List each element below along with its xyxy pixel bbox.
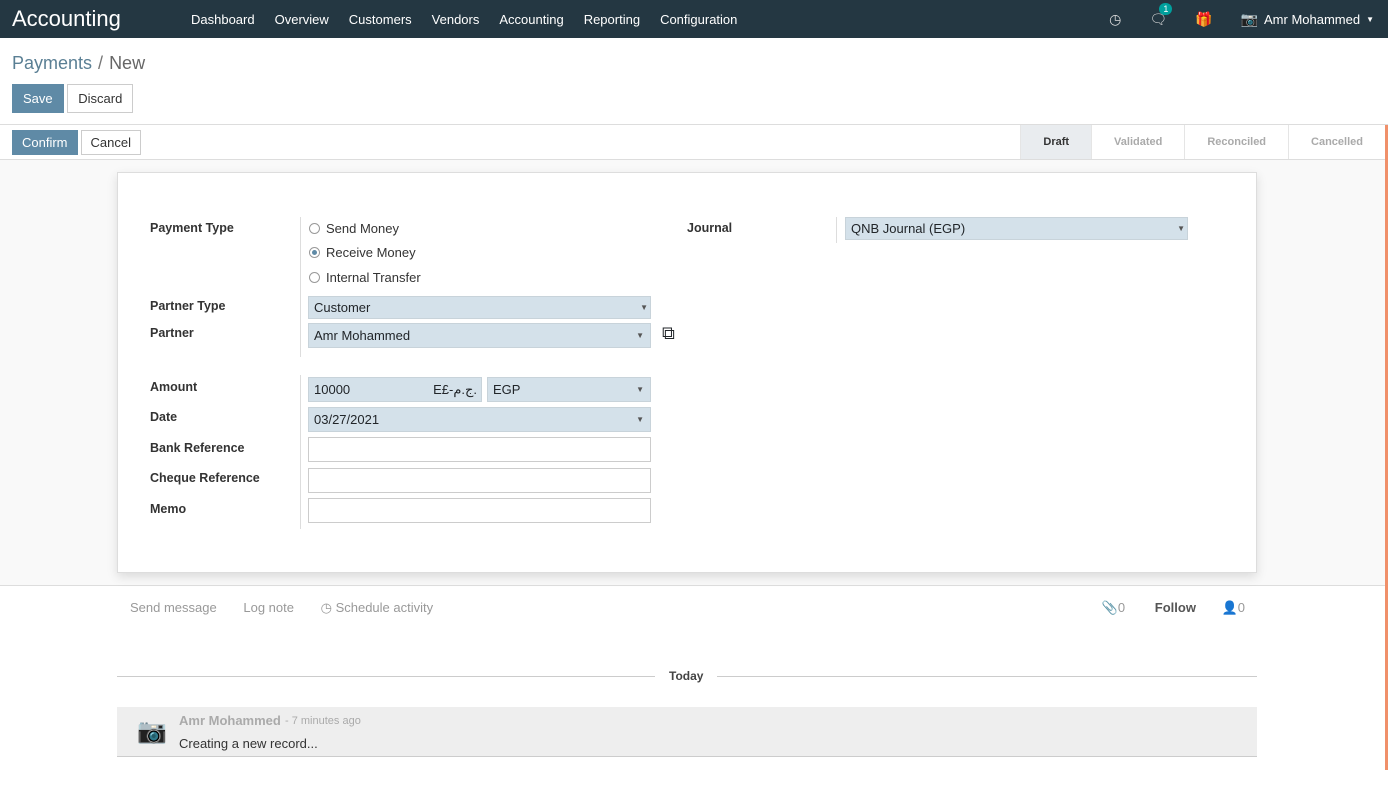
- journal-select[interactable]: QNB Journal (EGP) ▼: [845, 217, 1188, 240]
- messages-badge: 1: [1159, 2, 1173, 15]
- discard-button[interactable]: Discard: [67, 84, 134, 113]
- log-note-button[interactable]: Log note: [243, 600, 294, 615]
- gift-icon[interactable]: 🎁: [1195, 11, 1212, 28]
- stage-cancelled: Cancelled: [1288, 125, 1385, 159]
- date-input[interactable]: 03/27/2021 ▼: [308, 407, 651, 432]
- status-bar: Confirm Cancel Draft Validated Reconcile…: [0, 125, 1388, 160]
- radio-label: Internal Transfer: [326, 270, 421, 285]
- partner-label: Partner: [150, 326, 194, 340]
- stage-reconciled: Reconciled: [1184, 125, 1288, 159]
- partner-value: Amr Mohammed: [314, 328, 411, 343]
- partner-type-select[interactable]: Customer ▼: [308, 296, 651, 319]
- chat-icon[interactable]: 🗨 1: [1149, 2, 1173, 28]
- menu-overview[interactable]: Overview: [275, 12, 329, 27]
- message-item: 📷 Amr Mohammed - 7 minutes ago Creating …: [117, 707, 1257, 757]
- radio-internal-transfer[interactable]: Internal Transfer: [309, 270, 421, 285]
- user-menu[interactable]: Amr Mohammed: [1264, 12, 1360, 27]
- top-navbar: Accounting Dashboard Overview Customers …: [0, 0, 1388, 38]
- memo-label: Memo: [150, 502, 187, 516]
- message-author[interactable]: Amr Mohammed: [179, 713, 281, 728]
- followers-count[interactable]: 0: [1238, 600, 1245, 615]
- caret-down-icon[interactable]: ▼: [1366, 15, 1374, 24]
- menu-customers[interactable]: Customers: [349, 12, 412, 27]
- amount-value: 10000: [314, 382, 351, 397]
- cancel-button[interactable]: Cancel: [80, 129, 141, 155]
- radio-label: Send Money: [326, 221, 399, 236]
- menu-accounting[interactable]: Accounting: [499, 12, 563, 27]
- follow-button[interactable]: Follow: [1155, 600, 1196, 615]
- cheque-reference-input[interactable]: [308, 468, 651, 493]
- chatter: Send message Log note ◷ Schedule activit…: [130, 600, 1245, 616]
- form-sheet: Payment Type Send Money Receive Money In…: [117, 172, 1257, 573]
- cheque-reference-label: Cheque Reference: [150, 471, 260, 485]
- avatar-camera-icon: 📷: [137, 718, 167, 745]
- payment-type-label: Payment Type: [150, 221, 234, 235]
- clock-icon: ◷: [320, 600, 332, 615]
- journal-value: QNB Journal (EGP): [851, 221, 966, 236]
- breadcrumb-current: New: [109, 53, 146, 73]
- breadcrumb-sep: /: [98, 53, 104, 73]
- external-link-icon[interactable]: ⧉: [662, 323, 675, 344]
- menu-reporting[interactable]: Reporting: [584, 12, 640, 27]
- amount-input[interactable]: 10000 E£-ج.م.: [308, 377, 482, 402]
- schedule-activity-button[interactable]: Schedule activity: [336, 600, 434, 615]
- app-brand[interactable]: Accounting: [0, 6, 181, 32]
- save-button[interactable]: Save: [12, 84, 64, 113]
- menu-dashboard[interactable]: Dashboard: [191, 12, 255, 27]
- bank-reference-label: Bank Reference: [150, 441, 245, 455]
- journal-label: Journal: [687, 221, 733, 235]
- radio-label: Receive Money: [326, 245, 416, 260]
- breadcrumb-payments[interactable]: Payments: [12, 53, 92, 73]
- date-value: 03/27/2021: [314, 412, 380, 427]
- amount-label: Amount: [150, 380, 198, 394]
- today-separator: Today: [655, 669, 718, 683]
- control-panel: Payments / New Save Discard: [0, 38, 1388, 125]
- confirm-button[interactable]: Confirm: [12, 129, 78, 155]
- stage-draft: Draft: [1020, 125, 1092, 159]
- stage-validated: Validated: [1091, 125, 1184, 159]
- attachment-count[interactable]: 0: [1118, 600, 1125, 615]
- currency-symbol: E£-ج.م.: [433, 382, 477, 397]
- breadcrumb: Payments / New: [12, 38, 1376, 84]
- partner-type-value: Customer: [314, 300, 371, 315]
- partner-input[interactable]: Amr Mohammed ▼: [308, 323, 651, 348]
- form-area: Payment Type Send Money Receive Money In…: [0, 160, 1385, 586]
- avatar-camera-icon[interactable]: 📷: [1241, 11, 1258, 28]
- message-time: - 7 minutes ago: [285, 715, 361, 727]
- message-body: Creating a new record...: [179, 736, 318, 751]
- bank-reference-input[interactable]: [308, 437, 651, 462]
- paperclip-icon[interactable]: 📎: [1102, 600, 1118, 615]
- date-label: Date: [150, 410, 178, 424]
- currency-select[interactable]: EGP ▼: [487, 377, 651, 402]
- clock-icon[interactable]: ◷: [1109, 11, 1121, 28]
- user-icon[interactable]: 👤: [1222, 600, 1238, 615]
- memo-input[interactable]: [308, 498, 651, 523]
- currency-value: EGP: [493, 382, 521, 397]
- menu-configuration[interactable]: Configuration: [660, 12, 737, 27]
- menu-vendors[interactable]: Vendors: [432, 12, 480, 27]
- partner-type-label: Partner Type: [150, 299, 226, 313]
- radio-receive-money[interactable]: Receive Money: [309, 245, 416, 260]
- radio-send-money[interactable]: Send Money: [309, 221, 399, 236]
- send-message-button[interactable]: Send message: [130, 600, 217, 615]
